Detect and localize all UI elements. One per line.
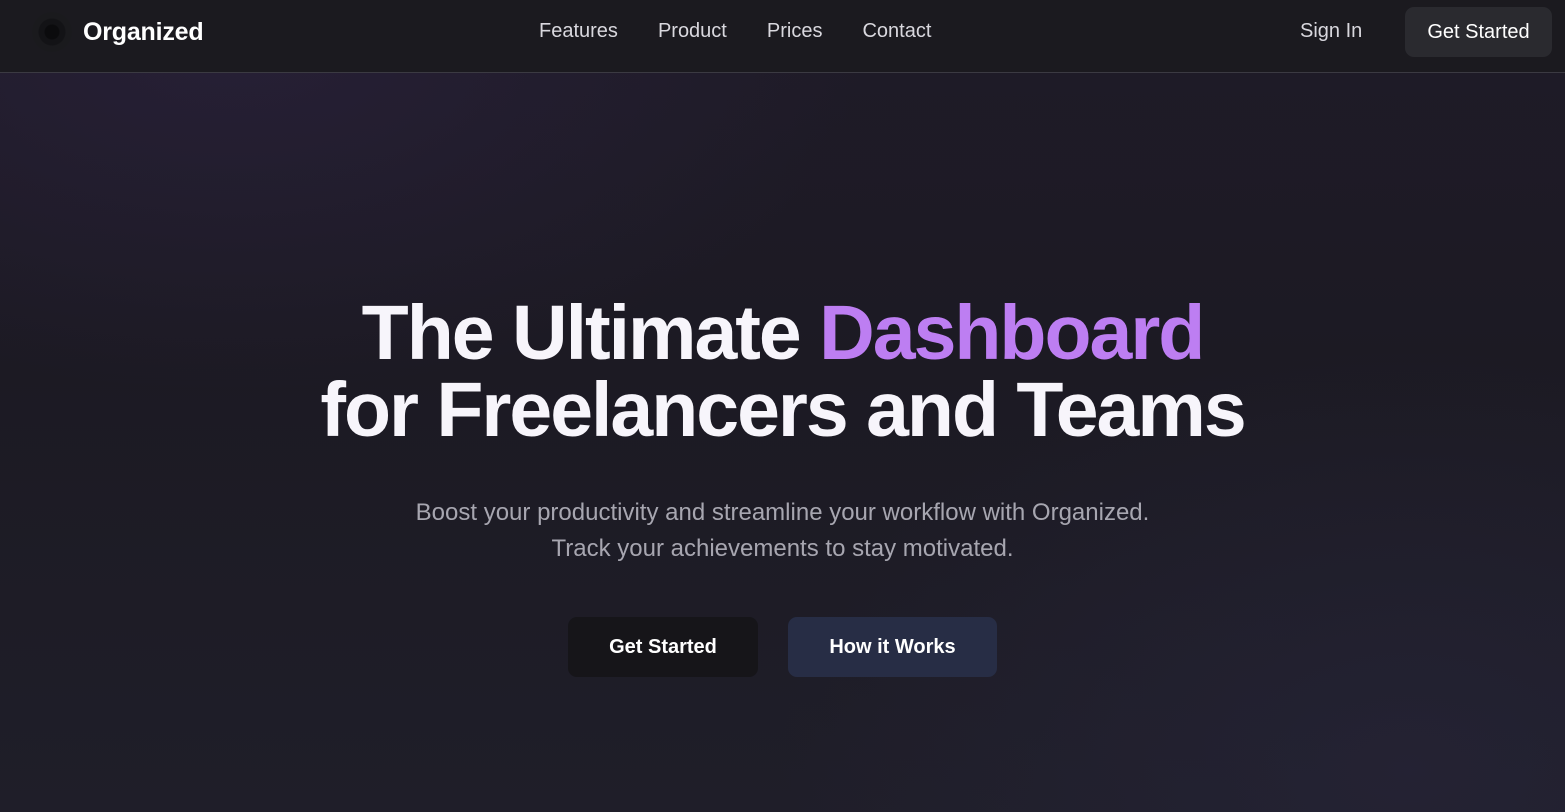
hero-title: The Ultimate Dashboard for Freelancers a… bbox=[0, 295, 1565, 449]
hero-title-accent: Dashboard bbox=[819, 290, 1205, 376]
get-started-button[interactable]: Get Started bbox=[568, 617, 758, 677]
nav-get-started-button[interactable]: Get Started bbox=[1405, 7, 1552, 57]
brand-name: Organized bbox=[83, 17, 204, 46]
hero-subtitle: Boost your productivity and streamline y… bbox=[0, 495, 1565, 567]
hero-section: The Ultimate Dashboard for Freelancers a… bbox=[0, 295, 1565, 567]
nav-link-product[interactable]: Product bbox=[658, 20, 727, 43]
hero-subtitle-line2: Track your achievements to stay motivate… bbox=[551, 535, 1014, 562]
how-it-works-button[interactable]: How it Works bbox=[788, 617, 997, 677]
hero-subtitle-line1: Boost your productivity and streamline y… bbox=[415, 499, 1150, 526]
nav-link-features[interactable]: Features bbox=[539, 20, 618, 43]
sign-in-link[interactable]: Sign In bbox=[1300, 20, 1362, 43]
brand[interactable]: Organized bbox=[32, 12, 204, 52]
hero-title-part1: The Ultimate bbox=[361, 290, 820, 376]
logo-icon bbox=[32, 12, 72, 52]
nav-link-contact[interactable]: Contact bbox=[862, 20, 931, 43]
hero-title-line2: for Freelancers and Teams bbox=[320, 367, 1246, 453]
nav-link-prices[interactable]: Prices bbox=[767, 20, 823, 43]
nav-links: Features Product Prices Contact bbox=[539, 20, 931, 43]
landing-page: Organized Features Product Prices Contac… bbox=[0, 0, 1565, 812]
hero-cta-row: Get Started How it Works bbox=[0, 617, 1565, 677]
navbar: Organized Features Product Prices Contac… bbox=[0, 0, 1565, 73]
